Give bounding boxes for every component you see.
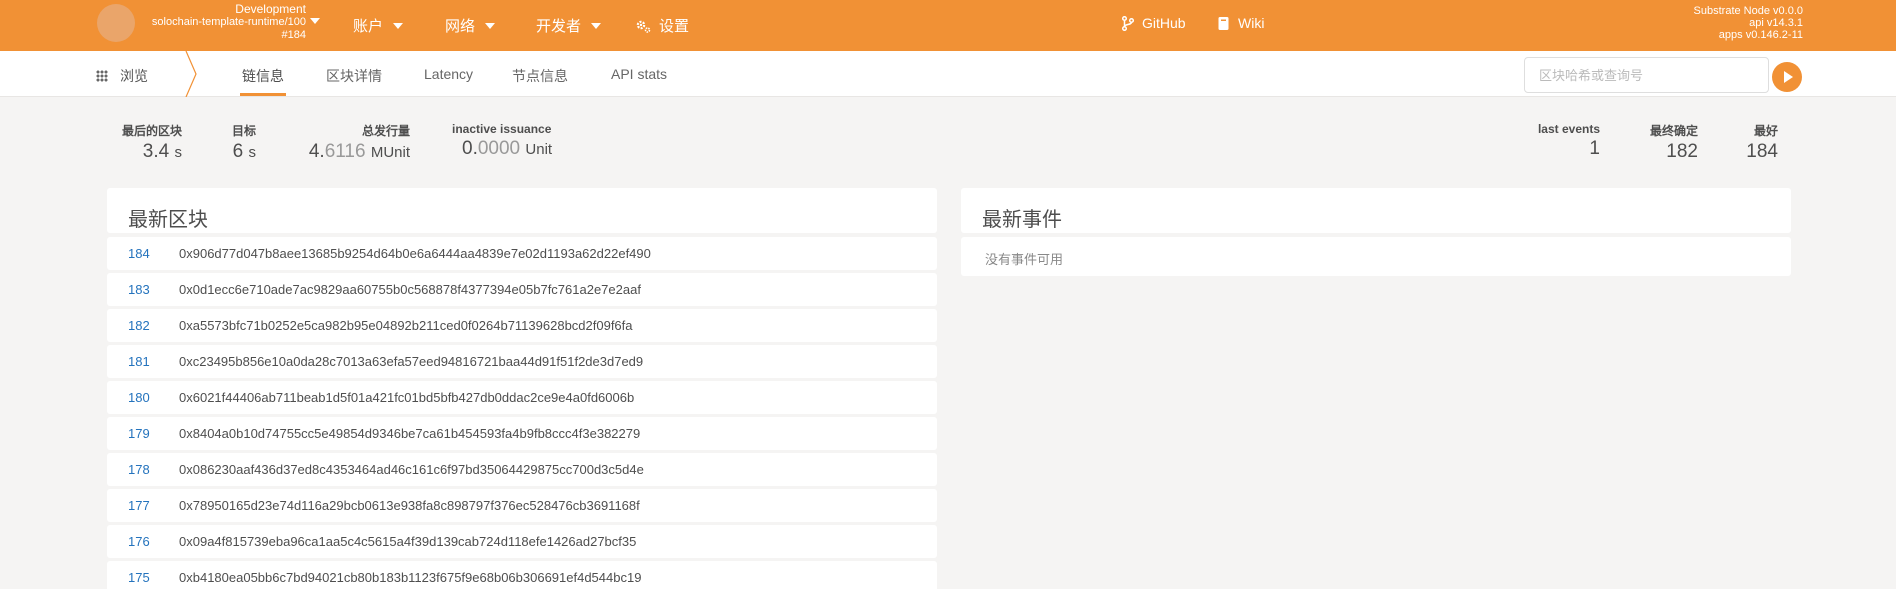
block-number-link[interactable]: 178 bbox=[128, 453, 150, 486]
block-hash: 0x086230aaf436d37ed8c4353464ad46c161c6f9… bbox=[179, 462, 644, 477]
summary-value: 182 bbox=[1666, 141, 1698, 162]
menu-settings-label: 设置 bbox=[659, 18, 690, 35]
block-row: 184 0x906d77d047b8aee13685b9254d64b0e6a64… bbox=[107, 237, 937, 270]
summary-last-block: 最后的区块 3.4 s bbox=[115, 122, 182, 163]
gear-icon bbox=[635, 18, 651, 34]
block-row: 180 0x6021f44406ab711beab1d5f01a421fc01bd… bbox=[107, 381, 937, 414]
summary-inactive-issuance: inactive issuance 0.0000 Unit bbox=[452, 122, 554, 160]
recent-blocks-header: 最新区块 bbox=[107, 188, 937, 233]
chevron-down-icon bbox=[485, 22, 496, 29]
block-hash: 0x906d77d047b8aee13685b9254d64b0e6a6444a… bbox=[179, 246, 651, 261]
block-hash: 0xc23495b856e10a0da28c7013a63efa57eed948… bbox=[179, 354, 644, 369]
block-number-link[interactable]: 176 bbox=[128, 525, 150, 558]
block-row: 182 0xa5573bfc71b0252e5ca982b95e04892b211… bbox=[107, 309, 937, 342]
chain-block: #184 bbox=[281, 29, 306, 41]
tab-api-stats[interactable]: API stats bbox=[611, 66, 667, 82]
sub-navbar: 浏览 链信息 区块详情 Latency 节点信息 API stats bbox=[0, 51, 1896, 97]
block-number-link[interactable]: 180 bbox=[128, 381, 150, 414]
recent-events-title: 最新事件 bbox=[982, 209, 1062, 231]
summary-label: 最后的区块 bbox=[121, 124, 182, 138]
tab-latency[interactable]: Latency bbox=[424, 66, 473, 82]
summary-value: 4.6116 MUnit bbox=[308, 141, 410, 162]
summary-value: 0.0000 Unit bbox=[462, 138, 553, 159]
menu-network-label: 网络 bbox=[445, 18, 476, 35]
chevron-down-icon bbox=[393, 22, 404, 29]
block-hash: 0x6021f44406ab711beab1d5f01a421fc01bd5bf… bbox=[179, 390, 635, 405]
recent-events-header: 最新事件 bbox=[961, 188, 1791, 233]
block-hash: 0x78950165d23e74d116a29bcb0613e938fa8c89… bbox=[179, 498, 640, 513]
chain-logo[interactable] bbox=[97, 4, 135, 42]
block-hash: 0xa5573bfc71b0252e5ca982b95e04892b211ced… bbox=[179, 318, 633, 333]
api-version: api v14.3.1 bbox=[1749, 17, 1803, 29]
recent-blocks-title: 最新区块 bbox=[128, 209, 208, 231]
summary-label: 最终确定 bbox=[1649, 124, 1698, 138]
block-number-link[interactable]: 183 bbox=[128, 273, 150, 306]
top-navbar: Development solochain-template-runtime/1… bbox=[0, 0, 1896, 51]
breadcrumb-separator bbox=[185, 51, 197, 97]
summary-label: last events bbox=[1537, 122, 1600, 136]
apps-version: apps v0.146.2-11 bbox=[1718, 29, 1803, 41]
tab-block-details[interactable]: 区块详情 bbox=[326, 66, 382, 86]
chevron-down-icon bbox=[310, 18, 320, 24]
menu-accounts-label: 账户 bbox=[353, 18, 384, 35]
summary-label: 最好 bbox=[1753, 124, 1778, 138]
search-go-button[interactable] bbox=[1772, 62, 1802, 92]
tab-node-info[interactable]: 节点信息 bbox=[512, 66, 568, 86]
summary-label: 总发行量 bbox=[361, 124, 410, 138]
wiki-label: Wiki bbox=[1238, 15, 1265, 31]
browse-menu[interactable]: 浏览 bbox=[96, 66, 148, 86]
tab-chain-info[interactable]: 链信息 bbox=[240, 66, 286, 96]
menu-accounts[interactable]: 账户 bbox=[353, 15, 404, 36]
summary-label: 目标 bbox=[231, 124, 256, 138]
menu-developer[interactable]: 开发者 bbox=[536, 15, 602, 36]
summary-value: 184 bbox=[1746, 141, 1778, 162]
block-hash: 0x09a4f815739eba96ca1aa5c4c5615a4f39d139… bbox=[179, 534, 637, 549]
summary-last-events: last events 1 bbox=[1534, 122, 1600, 160]
block-row: 181 0xc23495b856e10a0da28c7013a63efa57eed… bbox=[107, 345, 937, 378]
block-hash: 0xb4180ea05bb6c7bd94021cb80b183b1123f675… bbox=[179, 570, 642, 585]
block-hash: 0x8404a0b10d74755cc5e49854d9346be7ca61b4… bbox=[179, 426, 641, 441]
book-icon bbox=[1218, 16, 1229, 30]
chain-env: Development bbox=[235, 2, 306, 16]
block-number-link[interactable]: 179 bbox=[128, 417, 150, 450]
block-row: 175 0xb4180ea05bb6c7bd94021cb80b183b1123f… bbox=[107, 561, 937, 589]
menu-network[interactable]: 网络 bbox=[445, 15, 496, 36]
block-hash: 0x0d1ecc6e710ade7ac9829aa60755b0c568878f… bbox=[179, 282, 641, 297]
summary-target: 目标 6 s bbox=[222, 122, 256, 163]
block-row: 183 0x0d1ecc6e710ade7ac9829aa60755b0c5688… bbox=[107, 273, 937, 306]
menu-developer-label: 开发者 bbox=[536, 18, 582, 35]
summary-value: 6 s bbox=[232, 141, 256, 162]
summary-value: 1 bbox=[1589, 138, 1600, 159]
browse-label: 浏览 bbox=[120, 68, 148, 84]
block-row: 176 0x09a4f815739eba96ca1aa5c4c5615a4f39d… bbox=[107, 525, 937, 558]
github-label: GitHub bbox=[1142, 15, 1186, 31]
block-number-link[interactable]: 175 bbox=[128, 561, 150, 589]
block-row: 178 0x086230aaf436d37ed8c4353464ad46c161c… bbox=[107, 453, 937, 486]
block-number-link[interactable]: 181 bbox=[128, 345, 150, 378]
block-row: 179 0x8404a0b10d74755cc5e49854d9346be7ca6… bbox=[107, 417, 937, 450]
block-number-link[interactable]: 184 bbox=[128, 237, 150, 270]
menu-settings[interactable]: 设置 bbox=[635, 15, 689, 36]
node-version: Substrate Node v0.0.0 bbox=[1693, 5, 1803, 17]
block-number-link[interactable]: 182 bbox=[128, 309, 150, 342]
summary-value: 3.4 s bbox=[142, 141, 182, 162]
github-link[interactable]: GitHub bbox=[1121, 15, 1186, 31]
wiki-link[interactable]: Wiki bbox=[1217, 15, 1264, 31]
summary-label: inactive issuance bbox=[452, 122, 552, 136]
apps-grid-icon bbox=[96, 70, 108, 82]
code-branch-icon bbox=[1121, 15, 1135, 31]
version-info: Substrate Node v0.0.0 api v14.3.1 apps v… bbox=[1694, 5, 1803, 41]
summary-best: 最好 184 bbox=[1736, 122, 1778, 163]
chevron-down-icon bbox=[591, 22, 602, 29]
empty-events-message: 没有事件可用 bbox=[985, 252, 1064, 267]
chain-runtime: solochain-template-runtime/100 bbox=[151, 16, 306, 28]
chain-selector[interactable]: Development solochain-template-runtime/1… bbox=[150, 2, 320, 42]
summary-finalized: 最终确定 182 bbox=[1640, 122, 1698, 163]
recent-events-empty: 没有事件可用 bbox=[961, 237, 1791, 276]
block-number-link[interactable]: 177 bbox=[128, 489, 150, 522]
block-search-input[interactable] bbox=[1524, 57, 1769, 93]
block-row: 177 0x78950165d23e74d116a29bcb0613e938fa8… bbox=[107, 489, 937, 522]
summary-total-issuance: 总发行量 4.6116 MUnit bbox=[292, 122, 410, 163]
